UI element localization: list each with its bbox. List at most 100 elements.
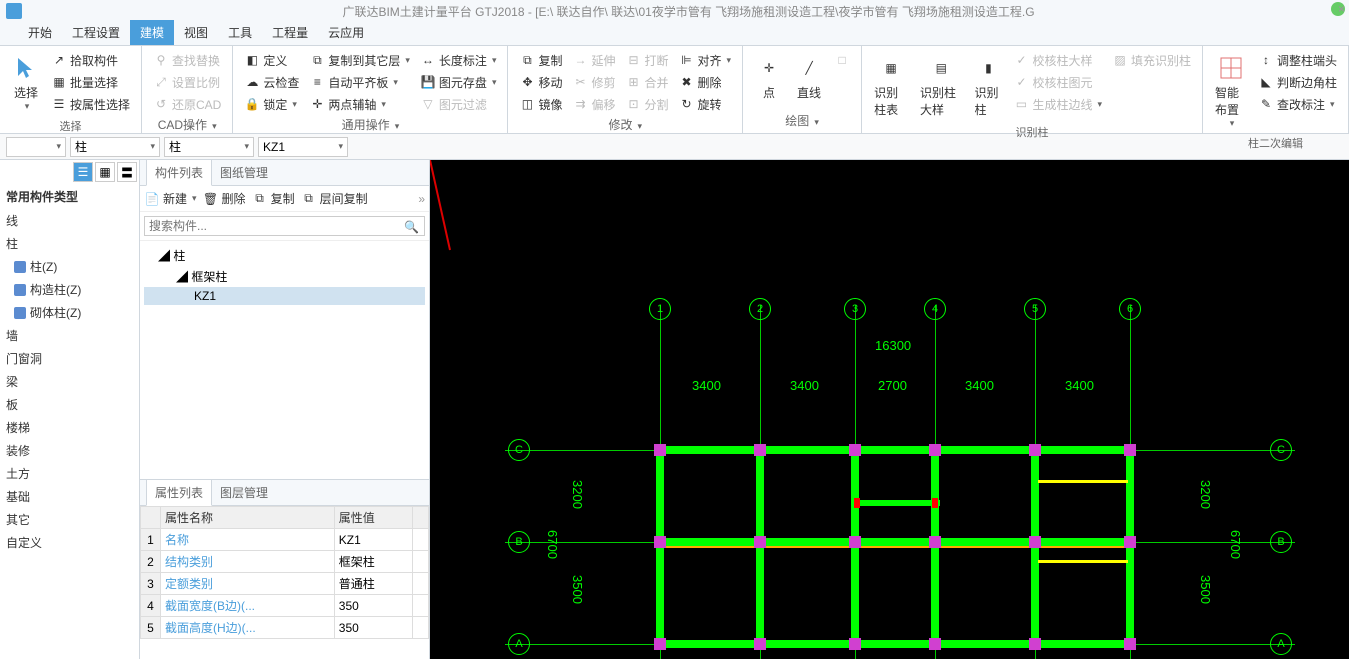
define-button[interactable]: ◧定义 xyxy=(241,50,302,70)
left-item-beam[interactable]: 梁 xyxy=(0,370,139,393)
table-row[interactable]: 1名称KZ1 xyxy=(141,529,429,551)
point-icon: ✛ xyxy=(755,54,783,82)
delete-button[interactable]: ✖删除 xyxy=(676,72,735,92)
component-select[interactable]: KZ1▾ xyxy=(258,137,348,157)
layer-copy-button[interactable]: ⧉层间复制 xyxy=(301,190,368,207)
left-item-finish[interactable]: 装修 xyxy=(0,439,139,462)
column-icon: ▮ xyxy=(974,54,1002,82)
fill-recog-col-button: ▨填充识别柱 xyxy=(1109,50,1194,70)
element-save-button[interactable]: 💾图元存盘▾ xyxy=(417,72,500,92)
length-dim-button[interactable]: ↔长度标注▾ xyxy=(417,50,500,70)
cloud-check-button[interactable]: ☁云检查 xyxy=(241,72,302,92)
table-row[interactable]: 4截面宽度(B边)(...350 xyxy=(141,595,429,617)
left-item-column[interactable]: 柱 xyxy=(0,232,139,255)
dim-text: 3500 xyxy=(1198,575,1213,604)
property-panel: × 属性列表 图层管理 属性名称 属性值 1名称KZ1 2结构类别框架柱 3定额… xyxy=(140,479,429,659)
dim-text: 16300 xyxy=(875,338,911,353)
gen-col-edge-button: ▭生成柱边线▾ xyxy=(1010,94,1105,114)
delete-component-button[interactable]: 🗑删除 xyxy=(203,190,246,207)
verify-col-detail-button: ✓校核柱大样 xyxy=(1010,50,1105,70)
left-item-opening[interactable]: 门窗洞 xyxy=(0,347,139,370)
tab-drawing-mgmt[interactable]: 图纸管理 xyxy=(212,160,276,185)
left-item-stair[interactable]: 楼梯 xyxy=(0,416,139,439)
auto-level-slab-button[interactable]: ≡自动平齐板▾ xyxy=(306,72,413,92)
view-tree-button[interactable]: 〓 xyxy=(117,162,137,182)
search-input[interactable] xyxy=(144,216,425,236)
tab-start[interactable]: 开始 xyxy=(18,20,62,45)
pick-component-button[interactable]: ↗拾取构件 xyxy=(48,50,133,70)
floor-select[interactable]: ▾ xyxy=(6,137,66,157)
smart-layout-button[interactable]: 智能布置▾ xyxy=(1209,50,1253,133)
select-button[interactable]: 选择▾ xyxy=(6,50,46,116)
new-button[interactable]: 📄新建▾ xyxy=(144,190,197,207)
subcategory-select[interactable]: 柱▾ xyxy=(164,137,254,157)
dim-text: 2700 xyxy=(878,378,907,393)
col-icon xyxy=(14,261,26,273)
dim-icon: ↔ xyxy=(420,52,436,68)
lock-button[interactable]: 🔒锁定▾ xyxy=(241,94,302,114)
left-item-line[interactable]: 线 xyxy=(0,209,139,232)
left-item-wall[interactable]: 墙 xyxy=(0,324,139,347)
copy-button[interactable]: ⧉复制 xyxy=(516,50,565,70)
tab-quantity[interactable]: 工程量 xyxy=(262,20,318,45)
rotate-icon: ↻ xyxy=(679,96,695,112)
edit-annotation-button[interactable]: ✎查改标注▾ xyxy=(1255,94,1340,114)
axis-bubble: A xyxy=(1270,633,1292,655)
recog-col-button: ▮识别柱 xyxy=(968,50,1008,122)
tab-cloud-apps[interactable]: 云应用 xyxy=(318,20,374,45)
batch-icon: ▦ xyxy=(51,74,67,90)
adjust-col-end-button[interactable]: ↕调整柱端头 xyxy=(1255,50,1340,70)
trim-icon: ✂ xyxy=(572,74,588,90)
mirror-button[interactable]: ◫镜像 xyxy=(516,94,565,114)
category-select[interactable]: 柱▾ xyxy=(70,137,160,157)
two-point-axis-button[interactable]: ✛两点辅轴▾ xyxy=(306,94,413,114)
tab-view[interactable]: 视图 xyxy=(174,20,218,45)
pick-icon: ↗ xyxy=(51,52,67,68)
rotate-button[interactable]: ↻旋转 xyxy=(676,94,735,114)
recog-col-detail-button: ▤识别柱大样 xyxy=(914,50,968,122)
left-item-slab[interactable]: 板 xyxy=(0,393,139,416)
tree-kz1[interactable]: KZ1 xyxy=(144,287,425,305)
group-modify-title: 修改 ▾ xyxy=(514,116,736,133)
judge-corner-col-button[interactable]: ◣判断边角柱 xyxy=(1255,72,1340,92)
view-grid-button[interactable]: ▦ xyxy=(95,162,115,182)
smart-icon xyxy=(1217,54,1245,82)
copy-to-layer-button[interactable]: ⧉复制到其它层▾ xyxy=(306,50,413,70)
split-button: ⊡分割 xyxy=(623,94,672,114)
point-button[interactable]: ✛点 xyxy=(749,50,789,105)
tab-modeling[interactable]: 建模 xyxy=(130,20,174,45)
axis-icon: ✛ xyxy=(309,96,325,112)
table-row[interactable]: 5截面高度(H边)(...350 xyxy=(141,617,429,639)
left-item-earthwork[interactable]: 土方 xyxy=(0,462,139,485)
prop-tabs: × 属性列表 图层管理 xyxy=(140,480,429,506)
left-item-column-z[interactable]: 柱(Z) xyxy=(0,255,139,278)
align-button[interactable]: ⊫对齐▾ xyxy=(676,50,735,70)
left-item-custom[interactable]: 自定义 xyxy=(0,531,139,554)
tree-frame-column[interactable]: ◢ 框架柱 xyxy=(144,266,425,287)
left-item-struct-col[interactable]: 构造柱(Z) xyxy=(0,278,139,301)
table-row[interactable]: 2结构类别框架柱 xyxy=(141,551,429,573)
tab-project-settings[interactable]: 工程设置 xyxy=(62,20,130,45)
view-list-button[interactable]: ☰ xyxy=(73,162,93,182)
move-button[interactable]: ✥移动 xyxy=(516,72,565,92)
tab-property-list[interactable]: 属性列表 xyxy=(146,479,212,506)
left-item-foundation[interactable]: 基础 xyxy=(0,485,139,508)
line-button: ╱直线 xyxy=(789,50,829,105)
batch-select-button[interactable]: ▦批量选择 xyxy=(48,72,133,92)
mid-more-icon[interactable]: » xyxy=(418,192,425,206)
dim-text: 3200 xyxy=(1198,480,1213,509)
tab-layer-mgmt[interactable]: 图层管理 xyxy=(212,480,276,505)
prop-close-icon[interactable]: × xyxy=(1338,2,1345,16)
tab-component-list[interactable]: 构件列表 xyxy=(146,159,212,186)
search-icon[interactable]: 🔍 xyxy=(404,220,419,234)
drawing-viewport[interactable]: 1 2 3 4 5 6 C B A C B A 16300 3400 3400 … xyxy=(430,160,1349,659)
left-item-masonry-col[interactable]: 砌体柱(Z) xyxy=(0,301,139,324)
group-smart-title: 柱二次编辑 xyxy=(1209,135,1342,151)
tree-root[interactable]: ◢ 柱 xyxy=(144,245,425,266)
annotation-icon: ✎ xyxy=(1258,96,1274,112)
left-item-other[interactable]: 其它 xyxy=(0,508,139,531)
select-by-property-button[interactable]: ☰按属性选择 xyxy=(48,94,133,114)
tab-tools[interactable]: 工具 xyxy=(218,20,262,45)
copy-component-button[interactable]: ⧉复制 xyxy=(252,190,295,207)
table-row[interactable]: 3定额类别普通柱 xyxy=(141,573,429,595)
